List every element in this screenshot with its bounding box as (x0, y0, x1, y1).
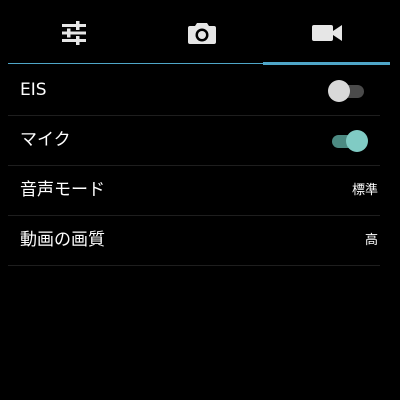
tab-settings[interactable] (8, 0, 140, 66)
setting-row-eis[interactable]: EIS (8, 66, 380, 116)
setting-label: 音声モード (20, 180, 105, 200)
tab-active-indicator (263, 62, 390, 65)
mic-toggle[interactable] (328, 129, 368, 153)
eis-toggle[interactable] (328, 79, 368, 103)
setting-value: 高 (364, 233, 378, 248)
setting-row-mic[interactable]: マイク (8, 116, 380, 166)
toggle-thumb (328, 80, 350, 102)
settings-list: EIS マイク 音声モード 標準 動画の画質 高 (8, 66, 380, 266)
tab-video[interactable] (263, 0, 390, 66)
setting-value: 標準 (351, 183, 378, 198)
tab-bar (0, 0, 400, 66)
camera-icon (187, 23, 216, 44)
video-camera-icon (311, 25, 342, 41)
setting-row-video-quality[interactable]: 動画の画質 高 (8, 216, 380, 266)
sliders-icon (62, 21, 86, 45)
tab-photo[interactable] (140, 0, 263, 66)
setting-label: 動画の画質 (20, 230, 105, 250)
setting-label: EIS (20, 80, 47, 100)
setting-label: マイク (20, 130, 71, 150)
toggle-thumb (346, 130, 368, 152)
setting-row-audio-mode[interactable]: 音声モード 標準 (8, 166, 380, 216)
